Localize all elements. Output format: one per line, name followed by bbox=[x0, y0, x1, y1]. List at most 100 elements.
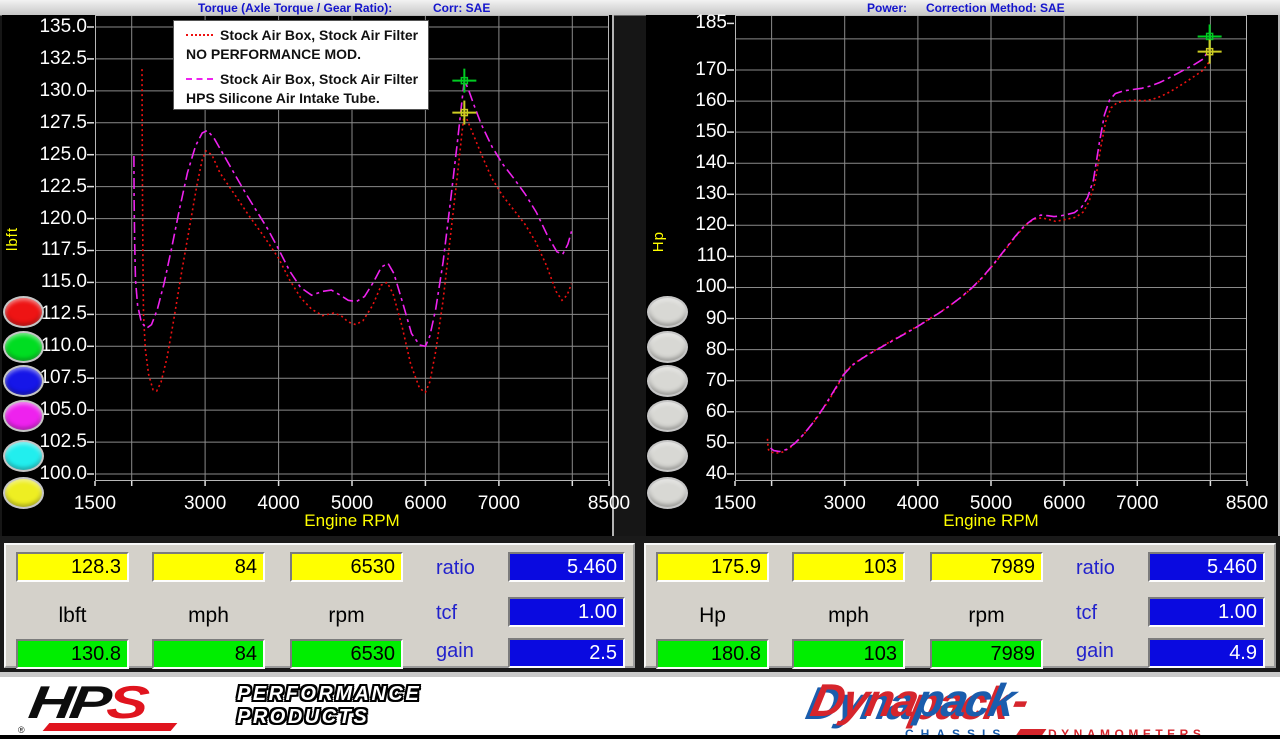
stock-peak-marker bbox=[452, 101, 476, 125]
power-channel-button-3[interactable] bbox=[649, 367, 686, 395]
power-plot-area bbox=[735, 15, 1247, 481]
speed-unit-label: mph bbox=[792, 604, 905, 628]
hps-speed-value: 84 bbox=[152, 639, 265, 669]
torque-chart-panel: lbft 135.0132.5130.0127.5125.0122.5120.0… bbox=[2, 15, 614, 536]
torque-y-axis-title: lbft bbox=[4, 227, 21, 251]
hps-performance-text: PERFORMANCE bbox=[237, 683, 421, 706]
gain-label: gain bbox=[1076, 640, 1146, 663]
torque-channel-button-5[interactable] bbox=[5, 442, 42, 470]
legend-stock-text2: NO PERFORMANCE MOD. bbox=[186, 45, 428, 64]
hps-registered-mark: ® bbox=[18, 725, 25, 735]
hps-speed-value: 103 bbox=[792, 639, 905, 669]
torque-y-tick-label: 127.5 bbox=[27, 112, 87, 134]
torque-y-tick-label: 117.5 bbox=[27, 239, 87, 261]
dyno-software-screen: Torque (Axle Torque / Gear Ratio): Corr:… bbox=[0, 0, 1280, 739]
power-x-tick-label: 8500 bbox=[1207, 493, 1280, 515]
stock-rpm-value: 6530 bbox=[290, 552, 403, 582]
tcf-label: tcf bbox=[1076, 602, 1146, 625]
gain-value: 4.9 bbox=[1148, 638, 1265, 668]
hps-rpm-value: 6530 bbox=[290, 639, 403, 669]
hps-logo-hp: HP bbox=[26, 676, 112, 728]
power-x-tick-label: 3000 bbox=[805, 493, 885, 515]
power-y-tick-label: 130 bbox=[667, 183, 727, 205]
gain-value: 2.5 bbox=[508, 638, 625, 668]
stock-line-sample-icon bbox=[186, 34, 213, 36]
speed-unit-label: mph bbox=[152, 604, 265, 628]
stock-speed-value: 84 bbox=[152, 552, 265, 582]
torque-x-tick-label: 7000 bbox=[459, 493, 539, 515]
power-channel-button-2[interactable] bbox=[649, 333, 686, 361]
hps-logo: HPS bbox=[26, 679, 148, 725]
legend-hps-text2: HPS Silicone Air Intake Tube. bbox=[186, 89, 428, 108]
hps-logo-s: S bbox=[104, 676, 149, 728]
dynapack-logo: Dynapack- bbox=[807, 675, 1032, 725]
power-channel-button-6[interactable] bbox=[649, 479, 686, 507]
power-curves-svg bbox=[735, 15, 1247, 481]
power-x-tick-label: 7000 bbox=[1097, 493, 1177, 515]
hps-swoosh-icon bbox=[43, 723, 178, 731]
torque-unit-label: lbft bbox=[16, 604, 129, 628]
legend-box: Stock Air Box, Stock Air Filter NO PERFO… bbox=[173, 20, 429, 110]
rpm-unit-label: rpm bbox=[930, 604, 1043, 628]
power-data-panel: 175.9 103 7989 Hp mph rpm 180.8 103 7989… bbox=[644, 543, 1276, 668]
power-y-tick-label: 150 bbox=[667, 121, 727, 143]
power-channel-button-4[interactable] bbox=[649, 402, 686, 430]
torque-y-tick-label: 135.0 bbox=[27, 16, 87, 38]
power-y-tick-label: 185 bbox=[667, 12, 727, 34]
power-x-tick-label: 1500 bbox=[695, 493, 775, 515]
torque-channel-button-4[interactable] bbox=[5, 402, 42, 430]
stock-torque-value: 128.3 bbox=[16, 552, 129, 582]
power-y-tick-label: 120 bbox=[667, 214, 727, 236]
hps-logo-text: PERFORMANCE PRODUCTS bbox=[237, 683, 421, 729]
gain-label: gain bbox=[436, 640, 506, 663]
torque-x-axis-title: Engine RPM bbox=[272, 511, 432, 531]
power-x-axis-title: Engine RPM bbox=[911, 511, 1071, 531]
power-y-tick-label: 110 bbox=[667, 245, 727, 267]
power-y-axis-title: Hp bbox=[650, 231, 667, 252]
torque-header-correction: Corr: SAE bbox=[433, 1, 490, 15]
stock-rpm-value: 7989 bbox=[930, 552, 1043, 582]
dynapack-logo-pack: pack bbox=[911, 674, 1019, 726]
legend-stock-text: Stock Air Box, Stock Air Filter bbox=[220, 27, 418, 43]
tcf-value: 1.00 bbox=[1148, 597, 1265, 627]
torque-y-tick-label: 122.5 bbox=[27, 176, 87, 198]
power-y-tick-label: 100 bbox=[667, 276, 727, 298]
torque-header-title: Torque (Axle Torque / Gear Ratio): bbox=[198, 1, 392, 15]
torque-x-tick-label: 1500 bbox=[55, 493, 135, 515]
torque-y-tick-label: 115.0 bbox=[27, 271, 87, 293]
power-channel-button-1[interactable] bbox=[649, 298, 686, 326]
power-y-tick-label: 160 bbox=[667, 90, 727, 112]
hps-power-value: 180.8 bbox=[656, 639, 769, 669]
ratio-label: ratio bbox=[436, 557, 506, 580]
ratio-label: ratio bbox=[1076, 557, 1146, 580]
power-unit-label: Hp bbox=[656, 604, 769, 628]
torque-y-tick-label: 130.0 bbox=[27, 80, 87, 102]
torque-x-tick-label: 8500 bbox=[569, 493, 649, 515]
legend-hps-text: Stock Air Box, Stock Air Filter bbox=[220, 71, 418, 87]
hps-torque-value: 130.8 bbox=[16, 639, 129, 669]
power-chart-panel: Hp 1851701601501401301201101009080706050… bbox=[646, 15, 1280, 536]
power-header-correction: Correction Method: SAE bbox=[926, 1, 1065, 15]
torque-channel-button-2[interactable] bbox=[5, 333, 42, 361]
torque-channel-button-1[interactable] bbox=[5, 298, 42, 326]
tcf-value: 1.00 bbox=[508, 597, 625, 627]
rpm-unit-label: rpm bbox=[290, 604, 403, 628]
legend-hps-row: Stock Air Box, Stock Air Filter bbox=[186, 70, 428, 89]
power-channel-button-5[interactable] bbox=[649, 442, 686, 470]
torque-y-tick-label: 120.0 bbox=[27, 208, 87, 230]
ratio-value: 5.460 bbox=[508, 552, 625, 582]
logo-strip: HPS ® PERFORMANCE PRODUCTS Dynapack- CHA… bbox=[0, 672, 1280, 739]
stock-power-value: 175.9 bbox=[656, 552, 769, 582]
power-y-tick-label: 170 bbox=[667, 59, 727, 81]
torque-channel-button-3[interactable] bbox=[5, 367, 42, 395]
torque-data-panel: 128.3 84 6530 lbft mph rpm 130.8 84 6530… bbox=[4, 543, 635, 668]
ratio-value: 5.460 bbox=[1148, 552, 1265, 582]
hps-products-text: PRODUCTS bbox=[237, 706, 421, 729]
hps-peak-marker bbox=[452, 69, 476, 93]
dynapack-logo-dyna: Dyna bbox=[806, 674, 922, 726]
tcf-label: tcf bbox=[436, 602, 506, 625]
power-header-title: Power: bbox=[867, 1, 907, 15]
bottom-bar bbox=[0, 735, 1280, 739]
torque-channel-button-6[interactable] bbox=[5, 479, 42, 507]
legend-stock-row: Stock Air Box, Stock Air Filter bbox=[186, 26, 428, 45]
